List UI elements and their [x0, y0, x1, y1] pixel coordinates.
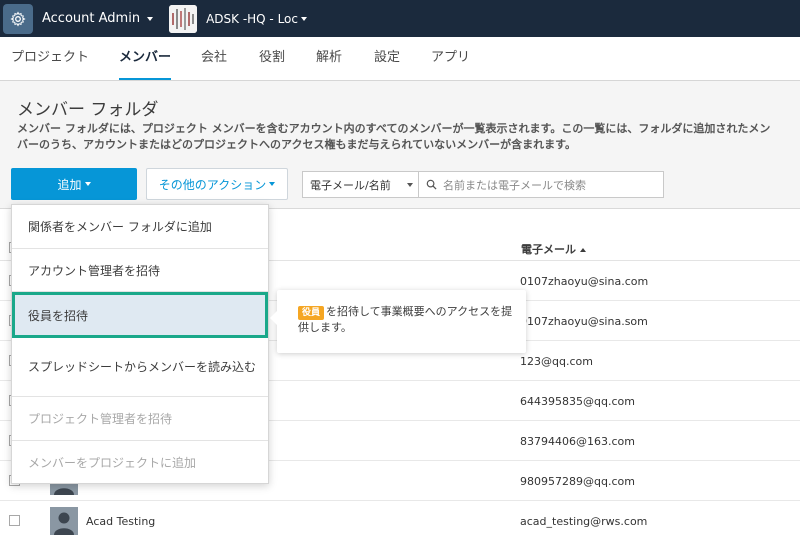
tab-members[interactable]: メンバー [119, 37, 172, 81]
row-name[interactable]: Acad Testing [86, 515, 155, 528]
chevron-down-icon [300, 16, 307, 21]
chevron-down-icon [269, 182, 276, 186]
add-dropdown-menu: 関係者をメンバー フォルダに追加 アカウント管理者を招待 役員を招待 スプレッド… [11, 204, 269, 484]
more-actions-button[interactable]: その他のアクション [146, 168, 288, 200]
search-field-select[interactable]: 電子メール/名前 [302, 171, 419, 198]
row-email: 0107zhaoyu@sina.com [520, 275, 649, 288]
page-title: メンバー フォルダ [17, 100, 159, 120]
user-avatar-icon [50, 507, 78, 535]
tab-analytics[interactable]: 解析 [316, 37, 342, 81]
row-email: 980957289@qq.com [520, 475, 635, 488]
tab-settings[interactable]: 設定 [374, 37, 400, 81]
account-switcher[interactable]: Account Admin [42, 11, 154, 26]
search-placeholder: 名前または電子メールで検索 [443, 178, 586, 192]
hub-label: ADSK -HQ - Loc [206, 11, 298, 26]
settings-button[interactable] [3, 3, 33, 34]
menu-item-add-stakeholder[interactable]: 関係者をメンバー フォルダに追加 [12, 205, 268, 249]
chevron-down-icon [407, 183, 413, 187]
executive-role-badge: 役員 [298, 306, 325, 320]
chevron-down-icon [147, 16, 154, 21]
tab-projects[interactable]: プロジェクト [11, 37, 89, 81]
hub-logo [169, 4, 198, 33]
account-label: Account Admin [42, 11, 141, 26]
row-email: 83794406@163.com [520, 435, 635, 448]
hub-switcher[interactable]: ADSK -HQ - Loc [206, 12, 307, 26]
tab-roles[interactable]: 役割 [259, 37, 285, 81]
menu-item-invite-executive[interactable]: 役員を招待 [12, 292, 268, 338]
gear-icon [10, 10, 26, 27]
menu-item-add-to-project: メンバーをプロジェクトに追加 [28, 455, 197, 470]
row-email: 644395835@qq.com [520, 395, 635, 408]
search-icon [426, 179, 437, 190]
main-nav: プロジェクト メンバー 会社 役割 解析 設定 アプリ [0, 37, 800, 81]
more-actions-label: その他のアクション [158, 177, 267, 192]
tab-companies[interactable]: 会社 [201, 37, 227, 81]
sort-ascending-icon [580, 248, 586, 252]
row-email: acad_testing@rws.com [520, 515, 648, 528]
add-button-label: 追加 [57, 177, 82, 192]
email-column-header[interactable]: 電子メール [521, 241, 586, 257]
menu-item-invite-project-admin: プロジェクト管理者を招待 [12, 397, 268, 441]
add-button[interactable]: 追加 [11, 168, 137, 200]
chevron-down-icon [84, 182, 91, 186]
executive-tooltip: 役員 を招待して事業概要へのアクセスを提供します。 [270, 290, 526, 353]
tab-apps[interactable]: アプリ [431, 37, 470, 81]
row-email: 123@qq.com [520, 355, 593, 368]
search-field-value: 電子メール/名前 [310, 178, 391, 192]
row-email: 0107zhaoyu@sina.som [520, 315, 648, 328]
top-bar: Account Admin ADSK -HQ - Loc [0, 0, 800, 37]
search-input[interactable]: 名前または電子メールで検索 [419, 171, 664, 198]
row-checkbox[interactable] [9, 515, 20, 526]
page-description: メンバー フォルダには、プロジェクト メンバーを含むアカウント内のすべてのメンバ… [17, 122, 771, 151]
email-header-label: 電子メール [521, 243, 576, 256]
menu-item-import-spreadsheet[interactable]: スプレッドシートからメンバーを読み込む [12, 338, 268, 397]
tooltip-text: を招待して事業概要へのアクセスを提供します。 [298, 305, 513, 334]
menu-item-invite-account-admin[interactable]: アカウント管理者を招待 [12, 249, 268, 292]
table-row[interactable]: Acad Testing acad_testing@rws.com [0, 501, 800, 538]
